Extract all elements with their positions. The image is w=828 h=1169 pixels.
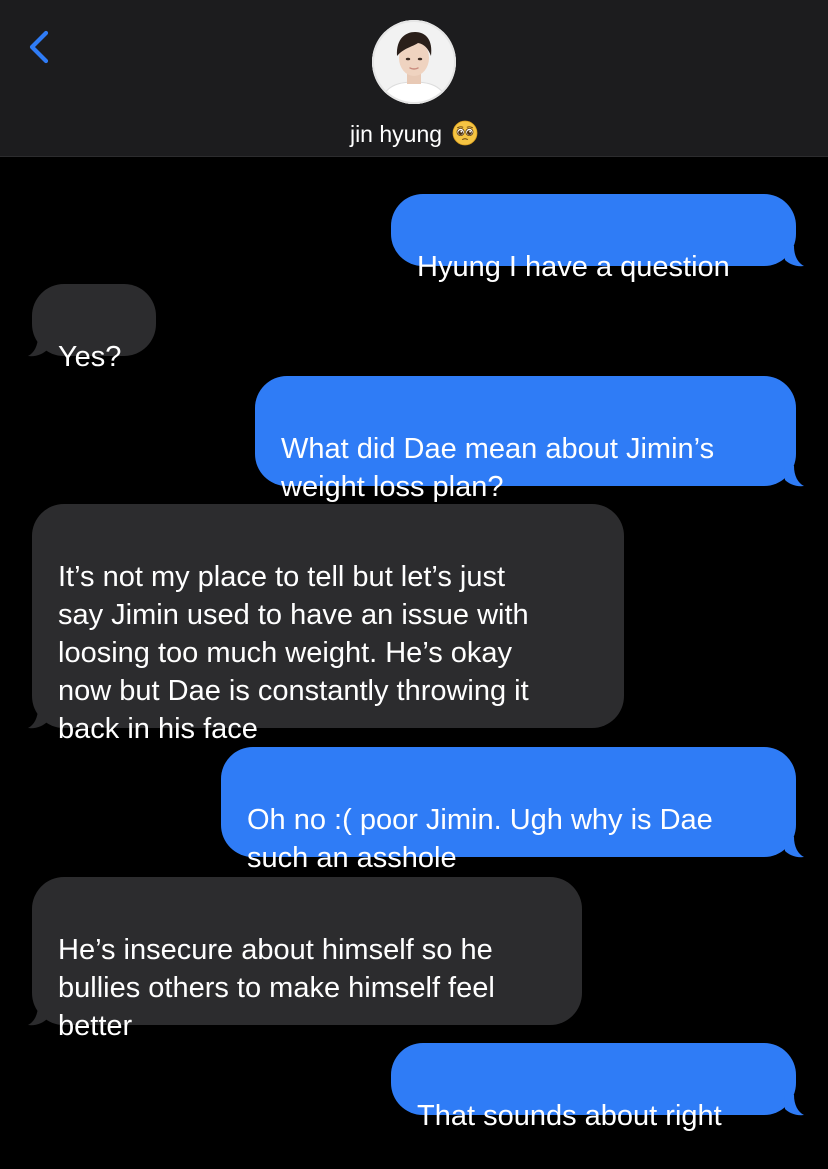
pleading-face-icon [452, 120, 478, 146]
message-bubble-received[interactable]: It’s not my place to tell but let’s just… [32, 504, 624, 745]
message-bubble-sent[interactable]: That sounds about right [391, 1043, 796, 1132]
message-bubble-sent[interactable]: What did Dae mean about Jimin’s weight l… [255, 376, 796, 503]
message-text: That sounds about right [417, 1100, 722, 1132]
contact-name-row[interactable]: jin hyung [0, 116, 828, 148]
message-bubble-received[interactable]: Yes? [32, 284, 156, 373]
message-text: Yes? [58, 341, 122, 373]
conversation-header: jin hyung [0, 0, 828, 157]
message-text: He’s insecure about himself so he bullie… [58, 934, 495, 1042]
bubble-tail [784, 466, 806, 488]
bubble-tail [26, 1005, 48, 1027]
bubble-tail [784, 246, 806, 268]
chevron-left-icon [29, 30, 49, 64]
message-text: Oh no :( poor Jimin. Ugh why is Dae such… [247, 804, 713, 874]
message-text: What did Dae mean about Jimin’s weight l… [281, 433, 715, 503]
bubble-tail [26, 336, 48, 358]
message-text: It’s not my place to tell but let’s just… [58, 561, 529, 745]
avatar[interactable] [372, 20, 456, 104]
message-text: Hyung I have a question [417, 251, 730, 283]
contact-name: jin hyung [349, 120, 443, 147]
bubble-tail [784, 837, 806, 859]
message-bubble-received[interactable]: He’s insecure about himself so he bullie… [32, 877, 582, 1042]
back-button[interactable] [22, 22, 62, 70]
message-bubble-sent[interactable]: Oh no :( poor Jimin. Ugh why is Dae such… [221, 747, 796, 874]
bubble-tail [784, 1095, 806, 1117]
bubble-tail [26, 708, 48, 730]
message-bubble-sent[interactable]: Hyung I have a question [391, 194, 796, 283]
